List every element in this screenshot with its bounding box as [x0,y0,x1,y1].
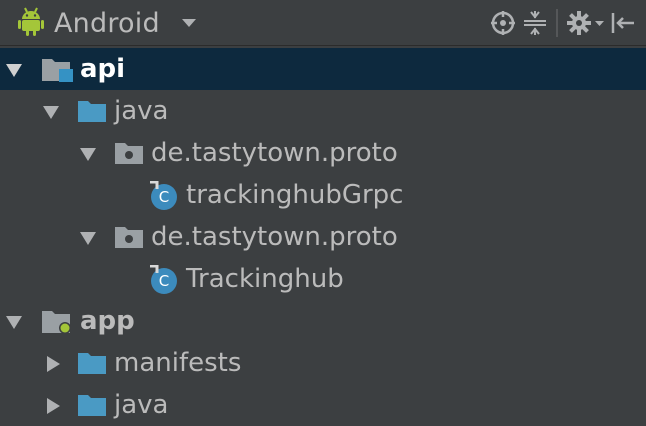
folder-icon [78,395,106,416]
tree-item-package[interactable]: de.tastytown.proto [0,132,646,174]
tree-item-label: api [80,54,126,84]
collapse-arrow-icon[interactable] [43,354,63,374]
tree-item-label: manifests [114,348,242,378]
tree-item-label: java [114,96,169,126]
svg-text:C: C [159,188,169,206]
chevron-down-icon[interactable] [181,19,196,27]
tree-item-class[interactable]: C Trackinghub [0,258,646,300]
module-folder-icon [42,59,73,82]
tree-item-label: de.tastytown.proto [151,138,398,168]
tree-item-api[interactable]: api [0,48,646,90]
expand-arrow-icon[interactable] [4,312,24,332]
class-icon: C [150,265,177,294]
view-name: Android [54,7,160,39]
class-icon: C [150,181,177,210]
tree-item-app[interactable]: app [0,300,646,342]
hide-panel-icon[interactable] [608,8,638,38]
tree-item-label: trackinghubGrpc [186,180,404,210]
collapse-arrow-icon[interactable] [43,396,63,416]
expand-arrow-icon[interactable] [41,102,61,122]
folder-icon [78,353,106,374]
tree-item-label: java [114,390,169,420]
tree-item-java[interactable]: java [0,384,646,426]
tree-item-label: de.tastytown.proto [151,222,398,252]
project-tree: api java de.tastytown.proto C trackinghu… [0,48,646,426]
toolbar-separator [556,9,558,37]
tree-item-package[interactable]: de.tastytown.proto [0,216,646,258]
project-toolbar: Android [0,0,646,46]
package-icon [115,227,143,248]
tree-item-java[interactable]: java [0,90,646,132]
package-icon [115,143,143,164]
tree-item-label: app [80,306,135,336]
expand-arrow-icon[interactable] [4,60,24,80]
locate-icon[interactable] [488,8,518,38]
settings-icon[interactable] [566,8,606,38]
android-icon [18,6,44,40]
folder-icon [78,101,106,122]
collapse-all-icon[interactable] [520,8,550,38]
svg-text:C: C [159,272,169,290]
expand-arrow-icon[interactable] [78,144,98,164]
android-module-icon [42,311,71,334]
tree-item-label: Trackinghub [186,264,344,294]
expand-arrow-icon[interactable] [78,228,98,248]
tree-item-manifests[interactable]: manifests [0,342,646,384]
tree-item-class[interactable]: C trackinghubGrpc [0,174,646,216]
view-selector[interactable]: Android [18,7,196,39]
